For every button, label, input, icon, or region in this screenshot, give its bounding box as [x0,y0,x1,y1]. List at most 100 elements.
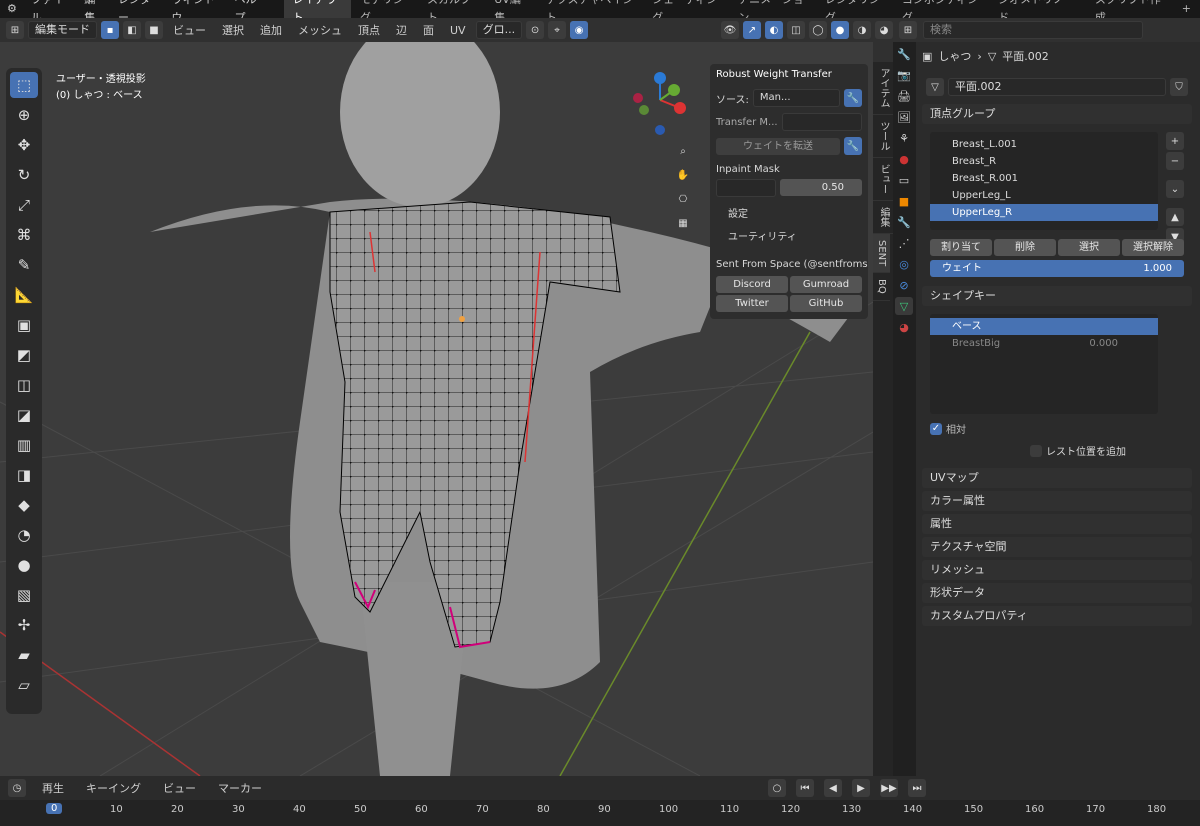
menu-uv[interactable]: UV [444,24,472,37]
deselect-button[interactable]: 選択解除 [1122,239,1184,256]
transfer-field[interactable] [781,113,862,131]
vertex-select-icon[interactable]: ▪ [101,21,119,39]
specials-icon[interactable]: ⌄ [1166,180,1184,198]
keying-menu[interactable]: キーイング [80,780,147,796]
render-shading-icon[interactable]: ◕ [875,21,893,39]
mesh-name-field[interactable]: 平面.002 [948,78,1166,96]
physics-tab-icon[interactable]: ◎ [895,255,913,273]
perspective-grid-icon[interactable]: ▦ [674,214,692,232]
tab-edit[interactable]: 編集 [873,201,894,234]
pivot-icon[interactable]: ⊙ [526,21,545,39]
custom-properties-section[interactable]: カスタムプロパティ [922,606,1192,626]
vertex-groups-header[interactable]: 頂点グループ [922,104,1192,124]
transfer-weight-button[interactable]: ウェイトを転送 [716,137,840,155]
attributes-section[interactable]: 属性 [922,514,1192,534]
face-select-icon[interactable]: ■ [145,21,163,39]
gumroad-button[interactable]: Gumroad [790,276,862,293]
menu-mesh[interactable]: メッシュ [292,22,348,38]
playback-menu[interactable]: 再生 [36,780,70,796]
prev-key-icon[interactable]: ◀ [824,779,842,797]
remove-icon[interactable]: − [1166,152,1184,170]
properties-search[interactable]: 検索 [923,21,1143,39]
orientation-dropdown[interactable]: グロ... [475,21,523,39]
material-shading-icon[interactable]: ◑ [853,21,871,39]
properties-editor-icon[interactable]: ⊞ [899,21,917,39]
rotate-icon[interactable]: ↻ [10,162,38,188]
assign-button[interactable]: 割り当て [930,239,992,256]
gizmo-icon[interactable]: ↗ [743,21,761,39]
add-rest-checkbox[interactable] [1030,444,1042,457]
solid-shading-icon[interactable]: ● [831,21,849,39]
uv-maps-section[interactable]: UVマップ [922,468,1192,488]
marker-menu[interactable]: マーカー [212,780,268,796]
tab-view[interactable]: ビュー [873,158,894,201]
sent-title[interactable]: Sent From Space (@sentfroms [710,255,868,274]
wireframe-shading-icon[interactable]: ◯ [809,21,827,39]
tab-bq[interactable]: BQ [873,273,890,301]
scene-tab-icon[interactable]: ⚘ [895,129,913,147]
spin-icon[interactable]: ◔ [10,522,38,548]
list-item[interactable]: BreastBig 0.000 [930,335,1158,352]
snap-icon[interactable]: ⌖ [548,21,567,39]
edge-select-icon[interactable]: ◧ [123,21,141,39]
shape-key-list[interactable]: ベース BreastBig 0.000 [930,314,1158,414]
particles-tab-icon[interactable]: ⋰ [895,234,913,252]
remove-button[interactable]: 削除 [994,239,1056,256]
addon-title[interactable]: Robust Weight Transfer [710,64,868,86]
next-key-icon[interactable]: ▶▶ [880,779,898,797]
select-button[interactable]: 選択 [1058,239,1120,256]
camera-icon[interactable]: ⎔ [674,190,692,208]
shape-keys-header[interactable]: シェイプキー [922,286,1192,306]
loop-cut-icon[interactable]: ▥ [10,432,38,458]
smooth-icon[interactable]: ● [10,552,38,578]
overlay-icon[interactable]: ◐ [765,21,783,39]
utility-subpanel[interactable]: ユーティリティ [710,226,868,245]
jump-start-icon[interactable]: ⏮ [796,779,814,797]
menu-edge[interactable]: 辺 [390,22,413,38]
blender-logo-icon[interactable]: ⚙ [0,0,24,18]
pan-hand-icon[interactable]: ✋ [674,166,692,184]
wrench-icon[interactable]: 🔧 [844,89,862,107]
current-frame[interactable]: 0 [46,803,63,814]
timeline-view-menu[interactable]: ビュー [157,780,202,796]
tab-item[interactable]: アイテム [873,62,894,115]
transform-icon[interactable]: ⌘ [10,222,38,248]
play-icon[interactable]: ▶ [852,779,870,797]
settings-subpanel[interactable]: 設定 [710,199,868,226]
list-item[interactable]: ベース [930,318,1158,335]
world-tab-icon[interactable]: ● [895,150,913,168]
output-tab-icon[interactable]: 🖨 [895,87,913,105]
relative-checkbox[interactable]: ✓ [930,422,942,435]
menu-view[interactable]: ビュー [167,22,212,38]
move-icon[interactable]: ✥ [10,132,38,158]
menu-add[interactable]: 追加 [254,22,288,38]
modifier-tab-icon[interactable]: 🔧 [895,213,913,231]
editor-type-icon[interactable]: ⊞ [6,21,24,39]
knife-icon[interactable]: ◨ [10,462,38,488]
menu-select[interactable]: 選択 [216,22,250,38]
menu-vertex[interactable]: 頂点 [352,22,386,38]
add-workspace-icon[interactable]: + [1173,0,1200,18]
timeline-editor-icon[interactable]: ◷ [8,779,26,797]
list-item[interactable]: Breast_L.001 [930,136,1158,153]
tab-tool[interactable]: ツール [873,115,894,158]
mesh-data-tab-icon[interactable]: ▽ [895,297,913,315]
inpaint-value[interactable]: 0.50 [780,179,862,196]
inset-icon[interactable]: ◫ [10,372,38,398]
material-tab-icon[interactable]: ◕ [895,318,913,336]
collection-tab-icon[interactable]: ▭ [895,171,913,189]
color-attributes-section[interactable]: カラー属性 [922,491,1192,511]
list-item[interactable]: Breast_R.001 [930,170,1158,187]
scale-icon[interactable]: ⤢ [10,192,38,218]
list-item[interactable]: UpperLeg_L [930,187,1158,204]
tool-tab-icon[interactable]: 🔧 [895,45,913,63]
measure-icon[interactable]: 📐 [10,282,38,308]
cursor-icon[interactable]: ⊕ [10,102,38,128]
xray-icon[interactable]: ◫ [787,21,805,39]
remesh-section[interactable]: リメッシュ [922,560,1192,580]
move-up-icon[interactable]: ▲ [1166,208,1184,226]
add-cube-icon[interactable]: ▣ [10,312,38,338]
twitter-button[interactable]: Twitter [716,295,788,312]
annotate-icon[interactable]: ✎ [10,252,38,278]
list-item[interactable]: Breast_R [930,153,1158,170]
